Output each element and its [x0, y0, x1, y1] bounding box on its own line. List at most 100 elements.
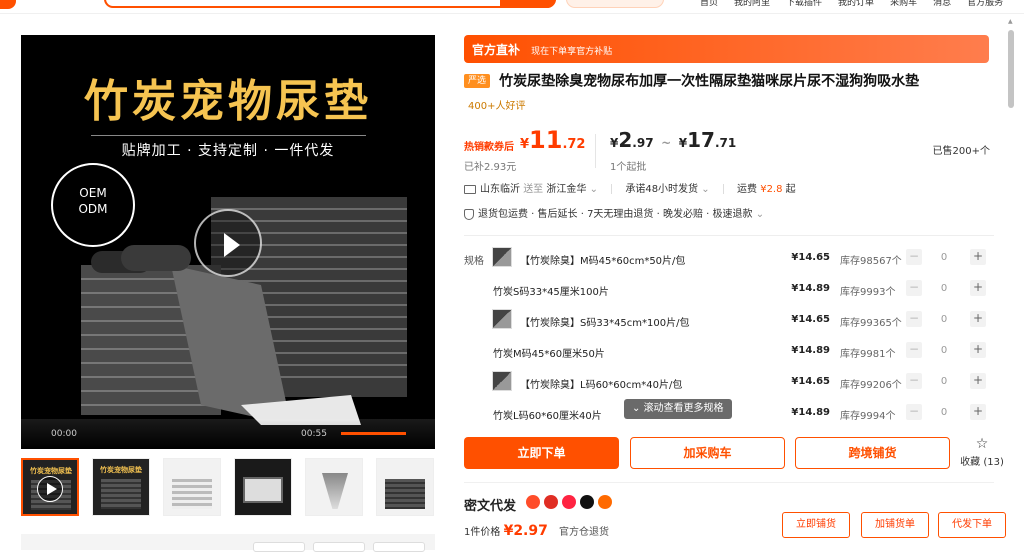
- quantity-input[interactable]: 0: [936, 283, 952, 294]
- add-list-button[interactable]: 加铺货单: [861, 512, 929, 538]
- xiaohongshu-icon: [562, 495, 576, 509]
- sku-stock: 库存9993个: [840, 287, 896, 298]
- chevron-down-icon: ⌄: [632, 403, 644, 414]
- more-specs-text: 滚动查看更多规格: [643, 403, 724, 414]
- volume-slider[interactable]: [341, 432, 406, 435]
- range-high-integer: 17: [687, 128, 715, 152]
- thumbnail-layers-image: [172, 479, 212, 509]
- quantity-input[interactable]: 0: [936, 376, 952, 387]
- scroll-more-specs[interactable]: ⌄ 滚动查看更多规格: [624, 399, 732, 419]
- range-high-decimal: .71: [714, 136, 737, 150]
- currency-symbol: ¥: [678, 136, 688, 150]
- increase-button[interactable]: +: [970, 342, 986, 358]
- search-input[interactable]: [104, 0, 556, 8]
- image-search-button[interactable]: [566, 0, 664, 8]
- sku-stock: 库存9981个: [840, 349, 896, 360]
- sku-stock: 库存99206个: [840, 380, 902, 391]
- increase-button[interactable]: +: [970, 249, 986, 265]
- increase-button[interactable]: +: [970, 404, 986, 420]
- kuaishou-icon: [598, 495, 612, 509]
- sold-count-text: 已售200+个: [932, 146, 990, 157]
- thumbnail-image[interactable]: [376, 458, 434, 516]
- sku-row: 竹炭S码33*45厘米100片 ¥14.89 库存9993个 − 0 +: [490, 273, 995, 304]
- footer-button[interactable]: [313, 542, 365, 552]
- sold-count[interactable]: 已售200+个: [933, 142, 990, 157]
- unit-price-value: 2.97: [513, 523, 548, 539]
- quantity-input[interactable]: 0: [936, 252, 952, 263]
- yanxuan-badge: 严选: [464, 73, 491, 88]
- nav-my-orders[interactable]: 我的订单: [838, 0, 874, 9]
- quantity-input[interactable]: 0: [936, 345, 952, 356]
- decrease-button[interactable]: −: [906, 373, 922, 389]
- site-logo[interactable]: [0, 0, 16, 9]
- sku-name: 【竹炭除臭】L码60*60cm*40片/包: [520, 380, 683, 391]
- taobao-icon: [526, 495, 540, 509]
- nav-cart[interactable]: 采购车: [890, 0, 917, 9]
- thumbnail-scene-image: [243, 477, 283, 503]
- decrease-button[interactable]: −: [906, 280, 922, 296]
- video-time-total: 00:55: [301, 429, 327, 439]
- delivery-promise[interactable]: 承诺48小时发货 ⌄: [625, 183, 709, 197]
- add-cart-button[interactable]: 加采购车: [630, 437, 785, 469]
- quantity-input[interactable]: 0: [936, 407, 952, 418]
- main-product-video[interactable]: 竹炭宠物尿垫 贴牌加工 · 支持定制 · 一件代发 OEM ODM 00:00 …: [21, 35, 435, 449]
- sku-thumbnail[interactable]: [492, 309, 512, 329]
- ship-route[interactable]: 山东临沂 送至 浙江金华 ⌄: [464, 183, 598, 197]
- shield-icon: [464, 208, 474, 220]
- decrease-button[interactable]: −: [906, 311, 922, 327]
- search-button[interactable]: [500, 0, 556, 8]
- price-integer: 11: [529, 126, 563, 154]
- sku-price: ¥14.65: [791, 252, 830, 263]
- increase-button[interactable]: +: [970, 373, 986, 389]
- review-count[interactable]: 400+人好评: [468, 97, 526, 112]
- nav-my-ali[interactable]: 我的阿里: [734, 0, 770, 9]
- image-divider: [91, 135, 366, 136]
- favorite-button[interactable]: ☆ 收藏 (13): [960, 435, 1004, 468]
- nav-messages[interactable]: 消息: [933, 0, 951, 9]
- decrease-button[interactable]: −: [906, 404, 922, 420]
- list-now-button[interactable]: 立即铺货: [782, 512, 850, 538]
- buy-now-button[interactable]: 立即下单: [464, 437, 619, 469]
- sku-thumbnail[interactable]: [492, 247, 512, 267]
- cross-border-button[interactable]: 跨境铺货: [795, 437, 950, 469]
- sku-row: 竹炭L码60*60厘米40片 ¥14.89 库存9994个 − 0 +: [490, 397, 995, 428]
- coupon-price: ¥11.72: [520, 126, 585, 154]
- thumbnail-image[interactable]: [305, 458, 363, 516]
- nav-download-plugin[interactable]: 下载插件: [786, 0, 822, 9]
- play-button[interactable]: [194, 209, 262, 277]
- increase-button[interactable]: +: [970, 280, 986, 296]
- sku-thumbnail[interactable]: [492, 371, 512, 391]
- guarantee-row[interactable]: 退货包运费 · 售后延长 · 7天无理由退货 · 晚发必赔 · 极速退款 ⌄: [464, 208, 994, 222]
- dropship-order-button[interactable]: 代发下单: [938, 512, 1006, 538]
- official-banner-title: 官方直补: [472, 43, 521, 57]
- ship-dest: 浙江金华: [546, 184, 587, 195]
- page-scrollbar[interactable]: [1008, 30, 1014, 108]
- decrease-button[interactable]: −: [906, 342, 922, 358]
- price-block: 热销款券后 ¥11.72 已补2.93元 ¥2.97 ~ ¥17.71 1个起批…: [464, 126, 994, 174]
- sku-name: 竹炭S码33*45厘米100片: [493, 287, 609, 298]
- range-low-decimal: .97: [632, 136, 654, 150]
- thumbnail-video[interactable]: 竹炭宠物尿垫: [21, 458, 79, 516]
- footer-button[interactable]: [373, 542, 425, 552]
- quantity-input[interactable]: 0: [936, 314, 952, 325]
- action-bar: 立即下单 加采购车 跨境铺货 ☆ 收藏 (13): [464, 435, 1004, 471]
- thumbnail-image[interactable]: [234, 458, 292, 516]
- thumbnail-image[interactable]: 竹炭宠物尿垫: [92, 458, 150, 516]
- min-order: 1个起批: [610, 162, 647, 173]
- divider: [722, 184, 724, 194]
- nav-official-service[interactable]: 官方服务: [967, 0, 1003, 9]
- thumbnail-title: 竹炭宠物尿垫: [30, 467, 72, 475]
- sku-name: 竹炭L码60*60厘米40片: [493, 411, 602, 422]
- sku-name: 【竹炭除臭】S码33*45cm*100片/包: [520, 318, 690, 329]
- nav-home[interactable]: 首页: [700, 0, 718, 9]
- coupon-price-label: 热销款券后: [464, 142, 514, 153]
- sku-row: 【竹炭除臭】S码33*45cm*100片/包 ¥14.65 库存99365个 − 0 +: [490, 304, 995, 335]
- price-range: ¥2.97 ~ ¥17.71: [610, 128, 736, 152]
- increase-button[interactable]: +: [970, 311, 986, 327]
- thumbnail-image[interactable]: [163, 458, 221, 516]
- scroll-up-icon[interactable]: ▲: [1008, 18, 1013, 25]
- thumbnail-pad-image: [101, 479, 141, 509]
- decrease-button[interactable]: −: [906, 249, 922, 265]
- video-controls[interactable]: 00:00 00:55: [21, 419, 435, 449]
- footer-button[interactable]: [253, 542, 305, 552]
